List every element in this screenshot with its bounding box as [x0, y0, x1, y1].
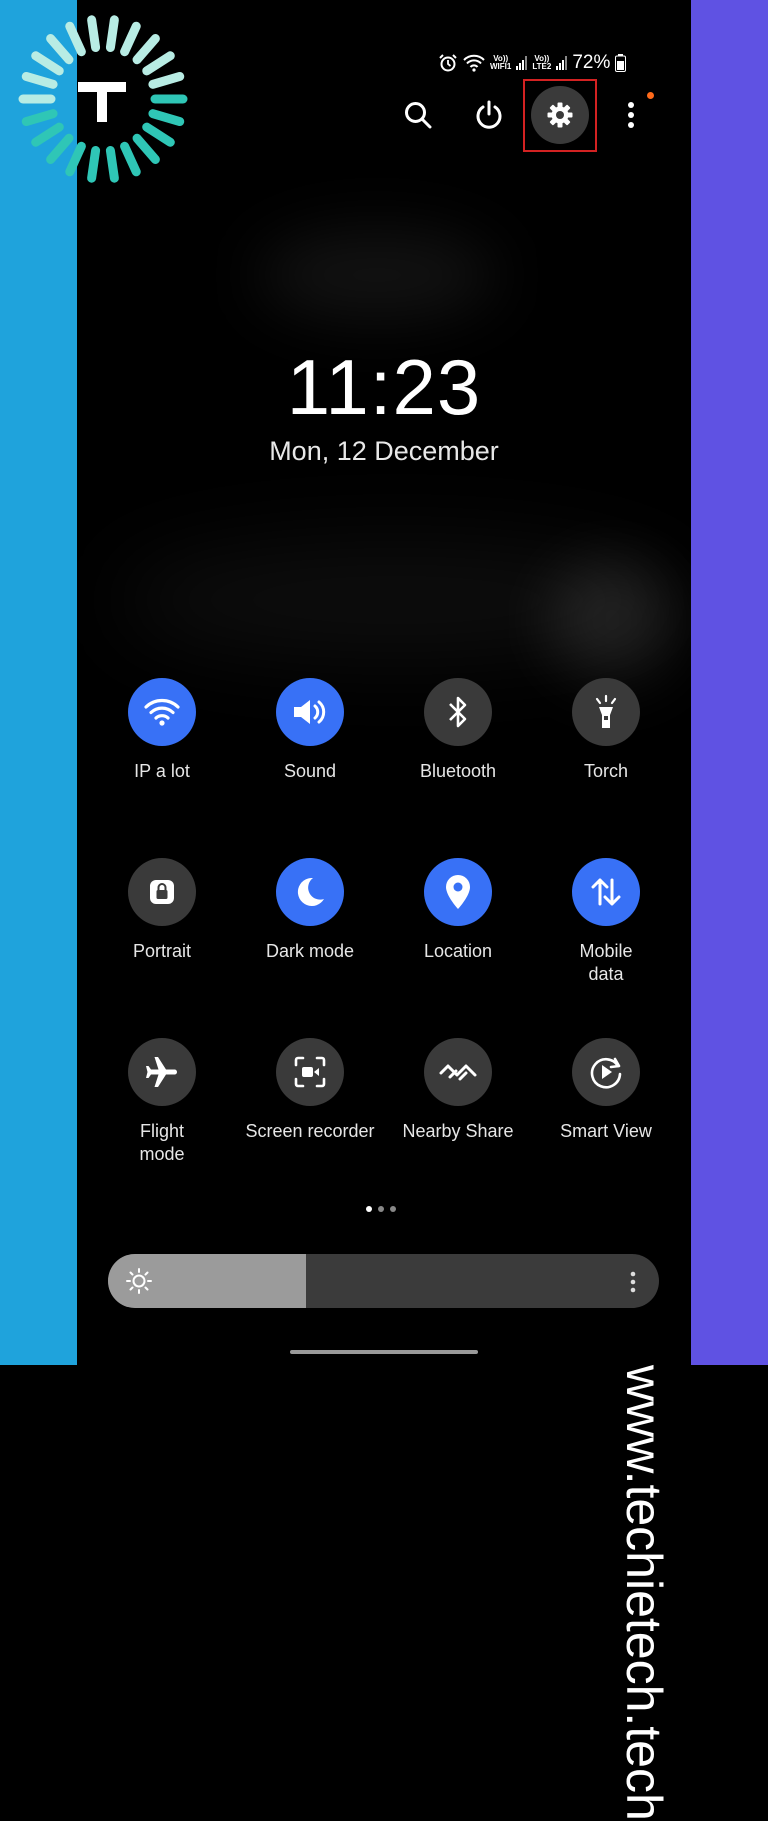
quick-tile-label: Flight mode: [139, 1121, 185, 1164]
moon-icon-toggle[interactable]: [276, 858, 344, 926]
flashlight-icon-toggle[interactable]: [572, 678, 640, 746]
page-dot[interactable]: [390, 1206, 396, 1212]
location-pin-icon: [443, 873, 473, 911]
page-indicator: [366, 1206, 396, 1212]
navigation-handle[interactable]: [290, 1350, 478, 1354]
techietech-logo: [18, 15, 188, 183]
quick-tile-torch[interactable]: Torch: [531, 678, 681, 783]
quick-tile-label: IP a lot: [134, 761, 190, 781]
quick-tile-label: Portrait: [132, 941, 192, 961]
quick-tile-sound[interactable]: Sound: [235, 678, 385, 783]
search-icon: [405, 102, 432, 129]
signal-strength-2: [556, 56, 568, 70]
page-dot[interactable]: [378, 1206, 384, 1212]
wifi-calling-tag: Vo)) WIFI1: [490, 55, 511, 71]
quick-tile-label: Location: [423, 941, 493, 961]
wifi-calling-tag-bottom: WIFI1: [490, 62, 512, 71]
clock-date: Mon, 12 December: [269, 436, 499, 466]
screen-record-icon-toggle[interactable]: [276, 1038, 344, 1106]
page-dot[interactable]: [366, 1206, 372, 1212]
speaker-icon-toggle[interactable]: [276, 678, 344, 746]
quick-tile-location[interactable]: Location: [383, 858, 533, 963]
rotation-lock-icon-toggle[interactable]: [128, 858, 196, 926]
quick-tile-ip-a-lot[interactable]: IP a lot: [87, 678, 237, 783]
flashlight-icon: [593, 694, 619, 730]
sun-icon: [126, 1268, 152, 1294]
signal-strength-1: [516, 56, 528, 70]
left-brand-band: [0, 0, 77, 1365]
lte-tag-bottom: LTE2: [532, 62, 552, 71]
smart-view-icon-toggle[interactable]: [572, 1038, 640, 1106]
quick-tile-flight-mode[interactable]: Flight mode: [87, 1038, 237, 1166]
quick-tile-label: Dark mode: [265, 941, 355, 961]
bluetooth-icon: [446, 695, 470, 729]
alarm-icon: [439, 54, 457, 72]
status-bar: Vo)) WIFI1 Vo)) LTE2 72%: [438, 52, 627, 74]
clock-time: 11:23: [286, 343, 482, 431]
right-brand-band: [691, 0, 768, 1365]
moon-icon: [293, 875, 327, 909]
quick-tile-portrait[interactable]: Portrait: [87, 858, 237, 963]
wifi-icon-toggle[interactable]: [128, 678, 196, 746]
wifi-icon: [144, 697, 180, 727]
airplane-icon: [144, 1054, 180, 1090]
data-arrows-icon-toggle[interactable]: [572, 858, 640, 926]
quick-tile-label: Mobile data: [579, 941, 633, 984]
location-pin-icon-toggle[interactable]: [424, 858, 492, 926]
wifi-status-icon: [463, 54, 485, 72]
quick-tile-screen-recorder[interactable]: Screen recorder: [235, 1038, 385, 1143]
brightness-options-icon[interactable]: [629, 1270, 637, 1294]
bluetooth-icon-toggle[interactable]: [424, 678, 492, 746]
rotation-lock-icon: [147, 877, 177, 907]
nearby-share-icon: [438, 1057, 478, 1087]
lte-tag: Vo)) LTE2: [532, 55, 551, 71]
smart-view-icon: [588, 1054, 624, 1090]
quick-tile-label: Sound: [283, 761, 337, 781]
airplane-icon-toggle[interactable]: [128, 1038, 196, 1106]
screen-record-icon: [293, 1055, 327, 1089]
speaker-icon: [291, 696, 329, 728]
quick-tile-label: Screen recorder: [245, 1121, 375, 1141]
background-glow: [257, 230, 497, 320]
quick-tile-label: Nearby Share: [402, 1121, 514, 1141]
power-button[interactable]: [460, 86, 518, 144]
quick-tile-dark-mode[interactable]: Dark mode: [235, 858, 385, 963]
settings-highlight-box: [523, 79, 597, 152]
battery-icon: [615, 54, 627, 72]
notification-dot: [647, 92, 654, 99]
quick-tile-label: Smart View: [560, 1121, 652, 1141]
watermark-url: www.techietech.tech: [616, 1365, 672, 1821]
more-vert-icon: [628, 102, 634, 128]
data-arrows-icon: [589, 875, 623, 909]
quick-tile-nearby-share[interactable]: Nearby Share: [383, 1038, 533, 1143]
search-button[interactable]: [389, 86, 447, 144]
battery-percentage: 72%: [572, 52, 611, 73]
brightness-slider[interactable]: [108, 1254, 659, 1308]
background-glow: [547, 560, 677, 680]
quick-tile-label: Torch: [583, 761, 628, 781]
quick-tile-label: Bluetooth: [419, 761, 497, 781]
nearby-share-icon-toggle[interactable]: [424, 1038, 492, 1106]
quick-tile-smart-view[interactable]: Smart View: [531, 1038, 681, 1143]
quick-tile-bluetooth[interactable]: Bluetooth: [383, 678, 533, 783]
power-icon: [476, 100, 502, 129]
quick-tile-mobile-data[interactable]: Mobile data: [531, 858, 681, 986]
